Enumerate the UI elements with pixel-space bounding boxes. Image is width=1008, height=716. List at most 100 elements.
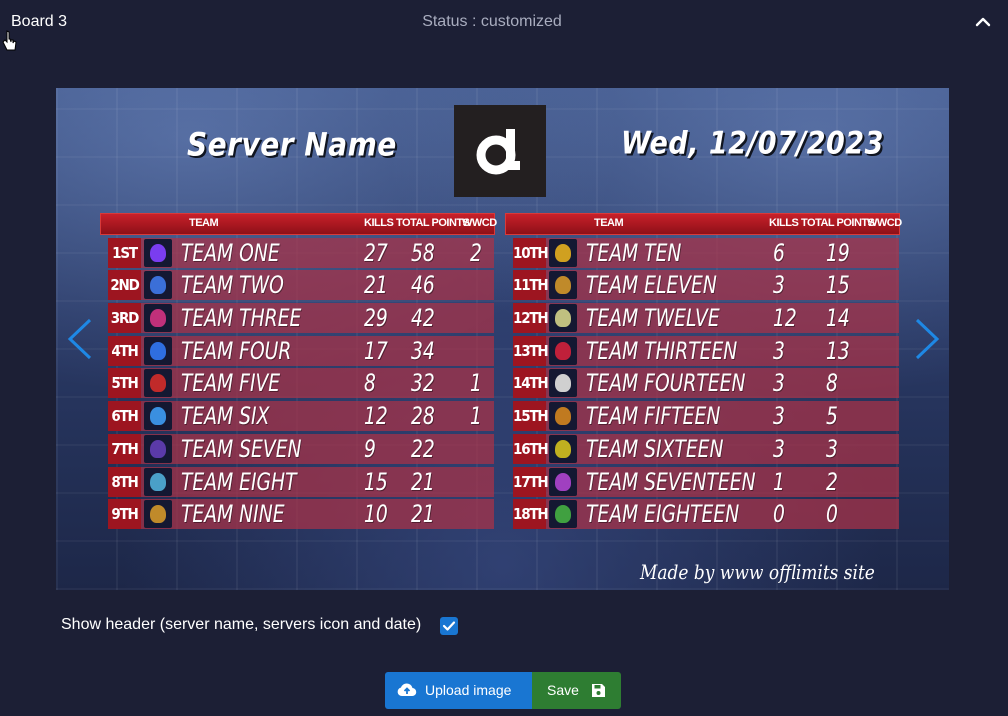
team-name: TEAM THREE	[181, 304, 302, 333]
team-logo-icon	[549, 500, 577, 529]
table-row: 5TH TEAM FIVE 8 32 1	[100, 368, 495, 399]
chevron-left-icon[interactable]	[66, 318, 94, 360]
team-points: 22	[411, 434, 435, 463]
chevron-up-icon[interactable]	[972, 10, 994, 34]
team-name: TEAM TEN	[586, 238, 682, 267]
team-kills: 10	[364, 500, 388, 529]
table-row: 14TH TEAM FOURTEEN 3 8	[505, 368, 900, 399]
show-header-checkbox[interactable]	[440, 617, 458, 635]
standings-table-right: TEAM KILLS TOTAL POINTS WWCD 10TH TEAM TE…	[505, 213, 902, 530]
team-points: 5	[826, 402, 838, 431]
rank-badge: 10TH	[513, 237, 549, 268]
team-kills: 3	[773, 402, 785, 431]
table-row: 7TH TEAM SEVEN 9 22	[100, 433, 495, 464]
floppy-disk-icon	[591, 683, 606, 701]
server-logo	[454, 105, 546, 197]
team-points: 0	[826, 500, 838, 529]
team-points: 46	[411, 271, 435, 300]
team-points: 8	[826, 369, 838, 398]
team-kills: 0	[773, 500, 785, 529]
team-name: TEAM SEVENTEEN	[586, 467, 756, 496]
team-logo-icon	[549, 402, 577, 431]
team-kills: 9	[364, 434, 376, 463]
table-row: 9TH TEAM NINE 10 21	[100, 499, 495, 530]
rank-badge: 2ND	[108, 270, 141, 301]
team-name: TEAM TWO	[181, 271, 284, 300]
team-kills: 21	[364, 271, 388, 300]
team-kills: 12	[773, 304, 797, 333]
team-points: 21	[411, 467, 435, 496]
rank-badge: 14TH	[513, 368, 549, 399]
table-row: 4TH TEAM FOUR 17 34	[100, 335, 495, 366]
leaderboard-preview: Server Name Wed, 12/07/2023 TEAM KILLS T…	[56, 88, 949, 590]
team-logo-icon	[549, 271, 577, 300]
upload-image-button[interactable]: Upload image	[385, 672, 532, 709]
rank-badge: 3RD	[108, 303, 141, 334]
team-name: TEAM FOURTEEN	[586, 369, 746, 398]
team-points: 58	[411, 238, 435, 267]
table-row: 18TH TEAM EIGHTEEN 0 0	[505, 499, 900, 530]
server-name: Server Name	[187, 125, 397, 164]
team-name: TEAM NINE	[181, 500, 285, 529]
table-row: 11TH TEAM ELEVEN 3 15	[505, 270, 900, 301]
team-logo-icon	[144, 304, 172, 333]
team-wwcd: 2	[470, 238, 482, 267]
team-logo-icon	[549, 238, 577, 267]
table-row: 15TH TEAM FIFTEEN 3 5	[505, 401, 900, 432]
team-name: TEAM SEVEN	[181, 434, 302, 463]
team-logo-icon	[144, 369, 172, 398]
team-logo-icon	[144, 467, 172, 496]
team-name: TEAM FOUR	[181, 336, 292, 365]
rank-badge: 12TH	[513, 303, 549, 334]
table-row: 6TH TEAM SIX 12 28 1	[100, 401, 495, 432]
team-name: TEAM ELEVEN	[586, 271, 717, 300]
team-points: 28	[411, 402, 435, 431]
team-logo-icon	[549, 369, 577, 398]
team-name: TEAM ONE	[181, 238, 280, 267]
team-kills: 3	[773, 369, 785, 398]
team-name: TEAM EIGHTEEN	[586, 500, 740, 529]
table-row: 13TH TEAM THIRTEEN 3 13	[505, 335, 900, 366]
rank-badge: 9TH	[108, 499, 141, 530]
standings-table-left: TEAM KILLS TOTAL POINTS WWCD 1ST TEAM ONE…	[100, 213, 497, 530]
team-points: 32	[411, 369, 435, 398]
rank-badge: 8TH	[108, 466, 141, 497]
team-points: 3	[826, 434, 838, 463]
team-kills: 3	[773, 434, 785, 463]
upload-image-label: Upload image	[425, 682, 512, 698]
team-points: 19	[826, 238, 850, 267]
cloud-upload-icon	[397, 682, 417, 701]
table-row: 8TH TEAM EIGHT 15 21	[100, 466, 495, 497]
team-logo-icon	[549, 434, 577, 463]
rank-badge: 17TH	[513, 466, 549, 497]
team-points: 13	[826, 336, 850, 365]
team-wwcd: 1	[470, 369, 482, 398]
save-label: Save	[547, 682, 579, 698]
team-points: 2	[826, 467, 838, 496]
rank-badge: 4TH	[108, 335, 141, 366]
rank-badge: 1ST	[108, 237, 141, 268]
team-name: TEAM TWELVE	[586, 304, 720, 333]
team-kills: 8	[364, 369, 376, 398]
team-logo-icon	[549, 336, 577, 365]
team-kills: 29	[364, 304, 388, 333]
rank-badge: 15TH	[513, 401, 549, 432]
team-kills: 27	[364, 238, 388, 267]
team-kills: 15	[364, 467, 388, 496]
team-logo-icon	[144, 434, 172, 463]
save-button[interactable]: Save	[532, 672, 621, 709]
chevron-right-icon[interactable]	[913, 318, 941, 360]
team-name: TEAM SIX	[181, 402, 270, 431]
table-header: TEAM KILLS TOTAL POINTS WWCD	[505, 213, 902, 235]
team-logo-icon	[144, 500, 172, 529]
table-row: 16TH TEAM SIXTEEN 3 3	[505, 433, 900, 464]
team-name: TEAM FIVE	[181, 369, 281, 398]
team-kills: 12	[364, 402, 388, 431]
team-name: TEAM THIRTEEN	[586, 336, 738, 365]
table-row: 10TH TEAM TEN 6 19	[505, 237, 900, 268]
table-row: 2ND TEAM TWO 21 46	[100, 270, 495, 301]
board-header: Board 3 Status : customized	[0, 0, 1008, 46]
team-logo-icon	[144, 402, 172, 431]
rank-badge: 11TH	[513, 270, 549, 301]
table-row: 3RD TEAM THREE 29 42	[100, 303, 495, 334]
